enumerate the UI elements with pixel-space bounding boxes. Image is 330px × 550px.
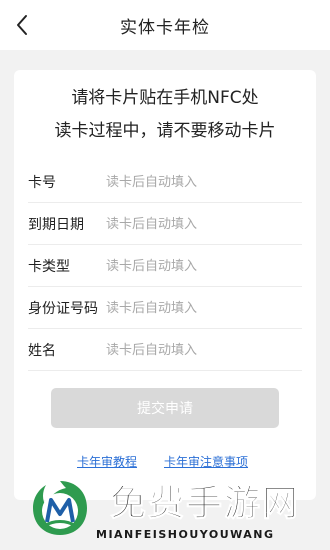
page-title: 实体卡年检 <box>120 17 210 38</box>
id-number-input[interactable] <box>106 293 296 323</box>
field-expiry-date: 到期日期 <box>28 203 302 245</box>
card-number-input[interactable] <box>106 167 296 197</box>
field-card-type: 卡类型 <box>28 245 302 287</box>
field-name: 姓名 <box>28 329 302 371</box>
watermark-subtitle: MIANFEISHOUYOUWANG <box>96 528 275 541</box>
expiry-date-input[interactable] <box>106 209 296 239</box>
field-label: 身份证号码 <box>28 301 98 317</box>
name-input[interactable] <box>106 335 296 365</box>
field-label: 到期日期 <box>28 217 84 233</box>
nfc-prompt-line-2: 读卡过程中，请不要移动卡片 <box>54 121 276 141</box>
field-card-number: 卡号 <box>28 161 302 203</box>
field-id-number: 身份证号码 <box>28 287 302 329</box>
chevron-left-icon <box>17 15 27 35</box>
field-label: 卡号 <box>28 175 56 191</box>
top-nav-bar: 实体卡年检 <box>0 0 330 50</box>
annual-review-notice-link[interactable]: 卡年审注意事项 <box>164 453 248 470</box>
field-label: 姓名 <box>28 343 56 359</box>
nfc-read-card: 请将卡片贴在手机NFC处 读卡过程中，请不要移动卡片 卡号 到期日期 卡类型 身… <box>14 70 316 500</box>
watermark-title: 免费手游网 <box>109 483 301 525</box>
annual-review-tutorial-link[interactable]: 卡年审教程 <box>77 453 137 470</box>
back-button[interactable] <box>4 7 40 43</box>
card-type-input[interactable] <box>106 251 296 281</box>
field-label: 卡类型 <box>28 259 70 275</box>
submit-application-button[interactable]: 提交申请 <box>51 388 279 428</box>
nfc-prompt-line-1: 请将卡片贴在手机NFC处 <box>71 88 259 108</box>
watermark-logo-icon <box>33 481 87 535</box>
